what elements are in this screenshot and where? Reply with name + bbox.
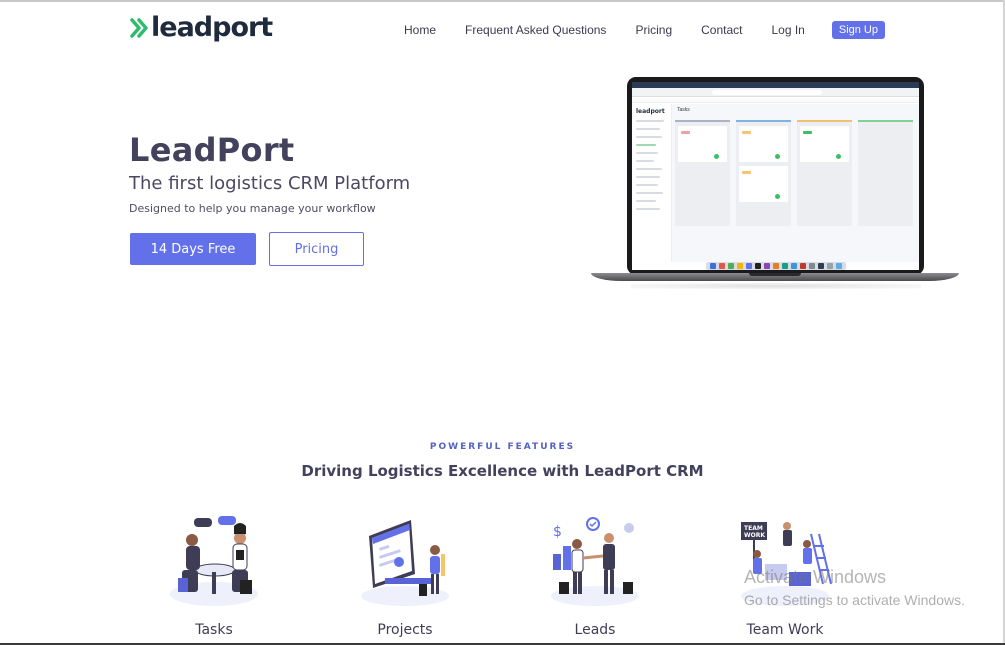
laptop-screen: leadport Tasks: [632, 82, 919, 270]
feature-label: Team Work: [746, 622, 824, 638]
feature-label: Projects: [377, 622, 433, 638]
feature-card-leads[interactable]: $ Leads: [545, 514, 645, 638]
brand-name: leadport: [151, 12, 273, 43]
brand-logo[interactable]: leadport: [129, 12, 273, 44]
activate-windows-title: Activate Windows: [744, 567, 887, 587]
nav-pricing[interactable]: Pricing: [635, 23, 672, 37]
features-title: Driving Logistics Excellence with LeadPo…: [301, 462, 704, 480]
nav-contact[interactable]: Contact: [701, 23, 742, 37]
hero-description: Designed to help you manage your workflo…: [129, 202, 376, 215]
laptop-shadow: [631, 283, 921, 289]
pricing-button[interactable]: Pricing: [269, 232, 364, 266]
handshake-illustration-icon: $: [551, 517, 639, 606]
chevron-logo-icon: [130, 18, 148, 38]
nav-login[interactable]: Log In: [771, 23, 804, 37]
laptop-notch: [749, 273, 801, 276]
board-column: [797, 120, 852, 226]
screen-bookmarks: [632, 98, 919, 103]
feature-card-tasks[interactable]: Tasks: [164, 514, 264, 638]
laptop-lid: leadport Tasks: [627, 77, 924, 275]
signup-button[interactable]: Sign Up: [831, 21, 885, 39]
screen-app-logo: leadport: [636, 108, 665, 115]
feature-label: Leads: [574, 622, 616, 638]
window-top-border: [0, 0, 1005, 2]
nav-home[interactable]: Home: [404, 23, 436, 37]
svg-text:TEAM: TEAM: [744, 525, 763, 532]
main-nav: Home Frequent Asked Questions Pricing Co…: [404, 20, 885, 40]
svg-text:WORK: WORK: [744, 532, 765, 539]
features-eyebrow: POWERFUL FEATURES: [429, 442, 576, 452]
board-column: [858, 120, 913, 226]
screen-sidebar: leadport: [632, 104, 672, 262]
screen-urlbar: [632, 88, 919, 97]
feature-card-projects[interactable]: Projects: [355, 514, 455, 638]
screen-page-title: Tasks: [677, 107, 690, 113]
screen-board: Tasks: [672, 104, 919, 262]
hero-subtitle: The first logistics CRM Platform: [129, 173, 411, 194]
screen-dock: [706, 262, 846, 270]
svg-text:$: $: [553, 524, 562, 540]
meeting-illustration-icon: [170, 516, 258, 606]
board-column: [736, 120, 791, 226]
nav-faq[interactable]: Frequent Asked Questions: [465, 23, 606, 37]
free-trial-button[interactable]: 14 Days Free: [130, 233, 256, 265]
feature-label: Tasks: [195, 622, 233, 638]
board-column: [675, 120, 730, 226]
activate-windows-subtitle: Go to Settings to activate Windows.: [744, 592, 965, 608]
dashboard-illustration-icon: [361, 520, 449, 606]
laptop-mockup: leadport Tasks: [591, 77, 959, 289]
hero-title: LeadPort: [129, 131, 295, 169]
